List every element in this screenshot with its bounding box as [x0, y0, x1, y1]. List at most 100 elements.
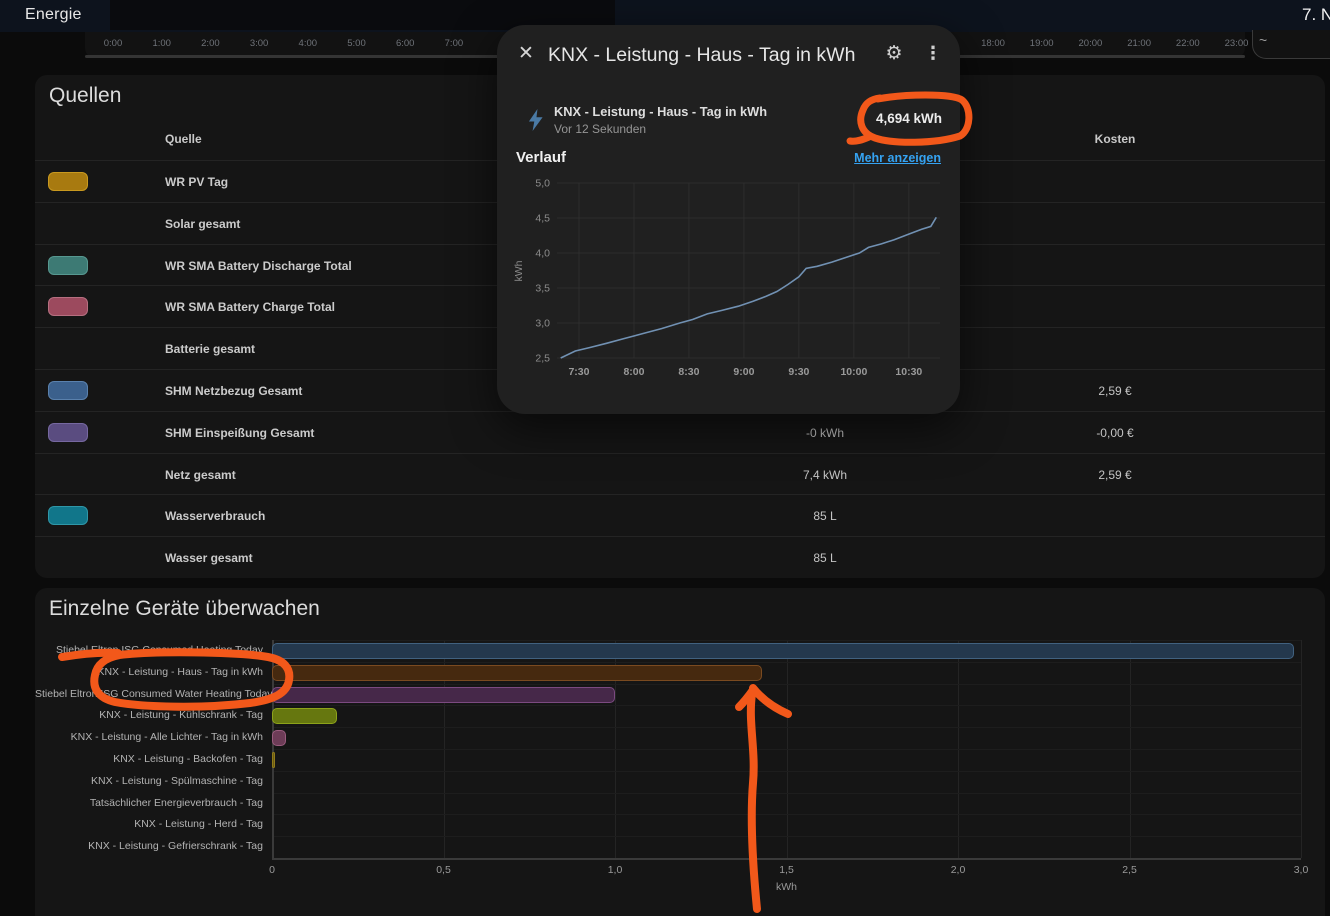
time-axis-tick: 21:00: [1127, 38, 1151, 49]
dialog-title: KNX - Leistung - Haus - Tag in kWh: [548, 44, 855, 67]
source-label: WR SMA Battery Charge Total: [165, 300, 335, 314]
x-tick-label: 9:30: [788, 366, 809, 378]
devices-card: Einzelne Geräte überwachen 00,51,01,52,0…: [35, 588, 1325, 916]
gridline-h: [272, 684, 1301, 685]
x-tick-label: 0,5: [436, 864, 451, 876]
y-tick-label: 5,0: [535, 178, 550, 190]
close-icon[interactable]: ✕: [513, 41, 539, 67]
device-bar-label: Tatsächlicher Energieverbrauch - Tag: [35, 797, 263, 809]
x-tick-label: 7:30: [568, 366, 589, 378]
column-header-cost: Kosten: [1035, 132, 1195, 146]
device-bar-label: KNX - Leistung - Spülmaschine - Tag: [35, 775, 263, 787]
source-label: Solar gesamt: [165, 217, 240, 231]
energy-value: 7,4 kWh: [635, 468, 1015, 482]
source-label: Wasserverbrauch: [165, 509, 265, 523]
x-tick-label: 2,5: [1122, 864, 1137, 876]
more-info-dialog: ✕ KNX - Leistung - Haus - Tag in kWh ⚙ ⋮…: [497, 25, 960, 414]
time-axis-tick: 1:00: [152, 38, 171, 49]
x-tick-label: 3,0: [1294, 864, 1309, 876]
device-bar-label: KNX - Leistung - Backofen - Tag: [35, 753, 263, 765]
table-row: Wasserverbrauch 85 L: [35, 494, 1325, 536]
energy-value: 85 L: [635, 509, 1015, 523]
device-bar[interactable]: [272, 643, 1294, 659]
x-tick-label: 2,0: [951, 864, 966, 876]
source-color-swatch: [48, 506, 88, 525]
time-axis-tick: 3:00: [250, 38, 269, 49]
entity-state-value: 4,694 kWh: [757, 111, 942, 126]
y-tick-label: 4,5: [535, 213, 550, 225]
device-bar[interactable]: [272, 752, 275, 768]
x-tick-label: 10:30: [895, 366, 922, 378]
gridline-h: [272, 749, 1301, 750]
device-bar[interactable]: [272, 730, 286, 746]
gear-icon[interactable]: ⚙: [882, 42, 906, 66]
energy-dashboard: Energie 7. N 0:001:002:003:004:005:006:0…: [0, 0, 1330, 916]
gridline-h: [272, 727, 1301, 728]
source-color-swatch: [48, 256, 88, 275]
gridline-h: [272, 662, 1301, 663]
table-row: Wasser gesamt 85 L: [35, 536, 1325, 578]
time-axis-tick: 4:00: [299, 38, 318, 49]
source-color-swatch: [48, 297, 88, 316]
time-axis-tick: 5:00: [347, 38, 366, 49]
cost-value: 2,59 €: [1035, 384, 1195, 398]
gridline-h: [272, 836, 1301, 837]
device-bar-label: KNX - Leistung - Alle Lichter - Tag in k…: [35, 731, 263, 743]
y-tick-label: 4,0: [535, 248, 550, 260]
page-title: Energie: [25, 6, 82, 24]
kebab-menu-icon[interactable]: ⋮: [922, 41, 944, 65]
x-tick-label: 8:30: [678, 366, 699, 378]
energy-value: 85 L: [635, 551, 1015, 565]
entity-name: KNX - Leistung - Haus - Tag in kWh: [554, 104, 767, 119]
y-axis-label: kWh: [513, 260, 525, 281]
source-label: SHM Einspeißung Gesamt: [165, 426, 314, 440]
x-axis-line: [272, 858, 1301, 860]
show-more-link[interactable]: Mehr anzeigen: [747, 151, 941, 165]
time-axis-tick: 18:00: [981, 38, 1005, 49]
x-tick-label: 0: [269, 864, 275, 876]
device-bar-label: KNX - Leistung - Kühlschrank - Tag: [35, 709, 263, 721]
y-tick-label: 2,5: [535, 353, 550, 365]
x-tick-label: 10:00: [840, 366, 867, 378]
date-label: 7. N: [1302, 5, 1330, 25]
device-bar-label: KNX - Leistung - Haus - Tag in kWh: [35, 666, 263, 678]
gridline-h: [272, 640, 1301, 641]
gridline-h: [272, 814, 1301, 815]
y-tick-label: 3,5: [535, 283, 550, 295]
energy-value: -0 kWh: [635, 426, 1015, 440]
sources-card-title: Quellen: [49, 84, 121, 108]
gridline-h: [272, 793, 1301, 794]
time-axis-tick: 22:00: [1176, 38, 1200, 49]
source-label: Wasser gesamt: [165, 551, 253, 565]
y-tick-label: 3,0: [535, 318, 550, 330]
history-section-title: Verlauf: [516, 149, 566, 166]
source-color-swatch: [48, 172, 88, 191]
time-axis-tick: 19:00: [1030, 38, 1054, 49]
x-axis-unit-label: kWh: [776, 881, 797, 893]
gridline-v: [1301, 640, 1302, 858]
device-bar-label: Stiebel Eltron ISG Consumed Water Heatin…: [35, 688, 263, 700]
time-axis-tick: 0:00: [104, 38, 123, 49]
x-tick-label: 1,5: [779, 864, 794, 876]
time-axis-tick: 23:00: [1225, 38, 1249, 49]
source-color-swatch: [48, 423, 88, 442]
time-axis-tick: 20:00: [1079, 38, 1103, 49]
cost-value: 2,59 €: [1035, 468, 1195, 482]
device-bar[interactable]: [272, 687, 615, 703]
source-label: Netz gesamt: [165, 468, 236, 482]
table-row: SHM Einspeißung Gesamt -0 kWh -0,00 €: [35, 411, 1325, 453]
table-row: Netz gesamt 7,4 kWh 2,59 €: [35, 453, 1325, 495]
source-label: WR PV Tag: [165, 175, 228, 189]
cost-value: -0,00 €: [1035, 426, 1195, 440]
device-bar[interactable]: [272, 665, 762, 681]
x-tick-label: 9:00: [733, 366, 754, 378]
devices-bar-chart: 00,51,01,52,02,53,0Stiebel Eltron ISG Co…: [35, 588, 1325, 916]
lightning-icon: [527, 109, 545, 131]
column-header-source: Quelle: [165, 132, 202, 146]
source-label: WR SMA Battery Discharge Total: [165, 259, 352, 273]
device-bar[interactable]: [272, 708, 337, 724]
source-color-swatch: [48, 381, 88, 400]
gridline-h: [272, 705, 1301, 706]
device-bar-label: Stiebel Eltron ISG Consumed Heating Toda…: [35, 644, 263, 656]
source-label: Batterie gesamt: [165, 342, 255, 356]
